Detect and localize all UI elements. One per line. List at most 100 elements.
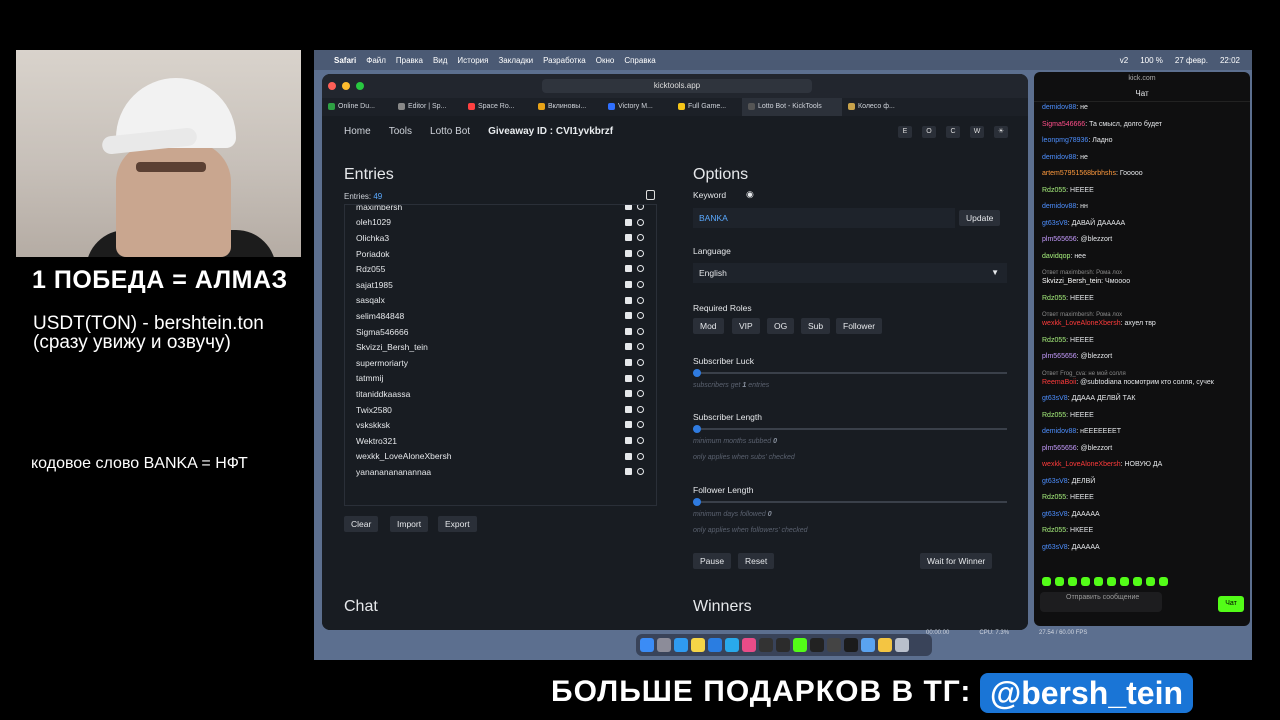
emote-icon[interactable] <box>1042 577 1051 586</box>
subscriber-length-slider[interactable] <box>693 425 1007 433</box>
chat-username[interactable]: davidqop <box>1042 253 1070 260</box>
chat-username[interactable]: demidov88 <box>1042 154 1076 161</box>
wait-for-winner-button[interactable]: Wait for Winner <box>920 553 993 569</box>
menu-item[interactable]: Окно <box>596 56 615 65</box>
chat-username[interactable]: plm565656 <box>1042 445 1077 452</box>
remove-entry-icon[interactable] <box>625 452 632 460</box>
chat-username[interactable]: Rdz055 <box>1042 412 1066 419</box>
chat-username[interactable]: Skvizzi_Bersh_tein <box>1042 278 1101 285</box>
remove-entry-icon[interactable] <box>625 374 632 382</box>
trash-icon[interactable] <box>895 638 909 652</box>
remove-entry-icon[interactable] <box>625 280 632 288</box>
chat-username[interactable]: leonpmg78936 <box>1042 137 1088 144</box>
chat-username[interactable]: plm565656 <box>1042 353 1077 360</box>
emote-icon[interactable] <box>1094 577 1103 586</box>
ban-icon[interactable] <box>637 421 644 429</box>
remove-entry-icon[interactable] <box>625 405 632 413</box>
menubar-time[interactable]: 22:02 <box>1220 56 1240 65</box>
pause-button[interactable]: Pause <box>693 553 732 569</box>
battery-indicator[interactable]: 100 % <box>1140 56 1163 65</box>
ban-icon[interactable] <box>637 249 644 257</box>
ban-icon[interactable] <box>637 280 644 288</box>
browser-tab[interactable]: Victory M... <box>602 98 672 116</box>
emote-icon[interactable] <box>1146 577 1155 586</box>
chat-username[interactable]: wexkk_LoveAloneXbersh <box>1042 320 1121 327</box>
theme-button[interactable]: C <box>946 126 960 138</box>
browser-tab[interactable]: Вклиновы... <box>532 98 602 116</box>
emote-icon[interactable] <box>1133 577 1142 586</box>
app-icon[interactable] <box>776 638 790 652</box>
chat-username[interactable]: demidov88 <box>1042 203 1076 210</box>
follower-length-slider[interactable] <box>693 498 1007 506</box>
chat-username[interactable]: Rdz055 <box>1042 527 1066 534</box>
menu-item[interactable]: Разработка <box>543 56 586 65</box>
ban-icon[interactable] <box>637 374 644 382</box>
chat-username[interactable]: wexkk_LoveAloneXbersh <box>1042 461 1121 468</box>
app-icon[interactable] <box>810 638 824 652</box>
menubar-date[interactable]: 27 февр. <box>1175 56 1208 65</box>
chat-username[interactable]: gt63sV8 <box>1042 544 1068 551</box>
ban-icon[interactable] <box>637 205 644 210</box>
finder-icon[interactable] <box>640 638 654 652</box>
remove-entry-icon[interactable] <box>625 234 632 242</box>
remove-entry-icon[interactable] <box>625 205 632 210</box>
menu-item[interactable]: Вид <box>433 56 447 65</box>
browser-tab[interactable]: Space Ro... <box>462 98 532 116</box>
ban-icon[interactable] <box>637 327 644 335</box>
app-icon[interactable] <box>793 638 807 652</box>
browser-tab-active[interactable]: Lotto Bot - KickTools <box>742 98 842 116</box>
slider-handle[interactable] <box>693 369 701 377</box>
app-icon[interactable] <box>759 638 773 652</box>
emote-icon[interactable] <box>1068 577 1077 586</box>
nav-lotto-bot[interactable]: Lotto Bot <box>430 126 470 137</box>
chat-username[interactable]: Rdz055 <box>1042 494 1066 501</box>
nav-home[interactable]: Home <box>344 126 371 137</box>
minimize-window-button[interactable] <box>342 82 350 90</box>
ban-icon[interactable] <box>637 265 644 273</box>
browser-tab[interactable]: Editor | Sp... <box>392 98 462 116</box>
chat-username[interactable]: demidov88 <box>1042 104 1076 111</box>
ban-icon[interactable] <box>637 358 644 366</box>
menu-item[interactable]: История <box>457 56 488 65</box>
chat-username[interactable]: Rdz055 <box>1042 337 1066 344</box>
emote-icon[interactable] <box>1055 577 1064 586</box>
eye-icon[interactable]: ◉ <box>746 189 754 200</box>
launchpad-icon[interactable] <box>657 638 671 652</box>
notes-icon[interactable] <box>691 638 705 652</box>
emote-icon[interactable] <box>1159 577 1168 586</box>
remove-entry-icon[interactable] <box>625 358 632 366</box>
ban-icon[interactable] <box>637 390 644 398</box>
app-icon[interactable] <box>742 638 756 652</box>
app-icon[interactable] <box>827 638 841 652</box>
import-button[interactable]: Import <box>390 516 429 532</box>
role-mod[interactable]: Mod <box>693 318 724 334</box>
chat-username[interactable]: ReemaBoii <box>1042 379 1076 386</box>
ban-icon[interactable] <box>637 405 644 413</box>
address-bar[interactable]: kicktools.app <box>542 79 812 93</box>
chat-username[interactable]: gt63sV8 <box>1042 395 1068 402</box>
reset-button[interactable]: Reset <box>738 553 775 569</box>
ban-icon[interactable] <box>637 452 644 460</box>
chat-input[interactable]: Отправить сообщение <box>1040 592 1162 612</box>
chat-username[interactable]: Rdz055 <box>1042 295 1066 302</box>
copy-icon[interactable] <box>646 190 655 200</box>
chat-username[interactable]: Rdz055 <box>1042 187 1066 194</box>
role-follower[interactable]: Follower <box>836 318 883 334</box>
remove-entry-icon[interactable] <box>625 265 632 273</box>
nav-tools[interactable]: Tools <box>389 126 412 137</box>
remove-entry-icon[interactable] <box>625 390 632 398</box>
menubar-app[interactable]: Safari <box>334 56 356 65</box>
remove-entry-icon[interactable] <box>625 343 632 351</box>
menu-item[interactable]: Правка <box>396 56 423 65</box>
remove-entry-icon[interactable] <box>625 468 632 476</box>
export-button[interactable]: Export <box>438 516 477 532</box>
role-vip[interactable]: VIP <box>732 318 760 334</box>
remove-entry-icon[interactable] <box>625 312 632 320</box>
remove-entry-icon[interactable] <box>625 249 632 257</box>
menu-item[interactable]: Файл <box>366 56 386 65</box>
language-select[interactable]: English ▼ <box>693 263 1007 283</box>
update-button[interactable]: Update <box>959 210 1001 226</box>
theme-button[interactable]: W <box>970 126 984 138</box>
chat-username[interactable]: Sigma546666 <box>1042 121 1085 128</box>
ban-icon[interactable] <box>637 468 644 476</box>
